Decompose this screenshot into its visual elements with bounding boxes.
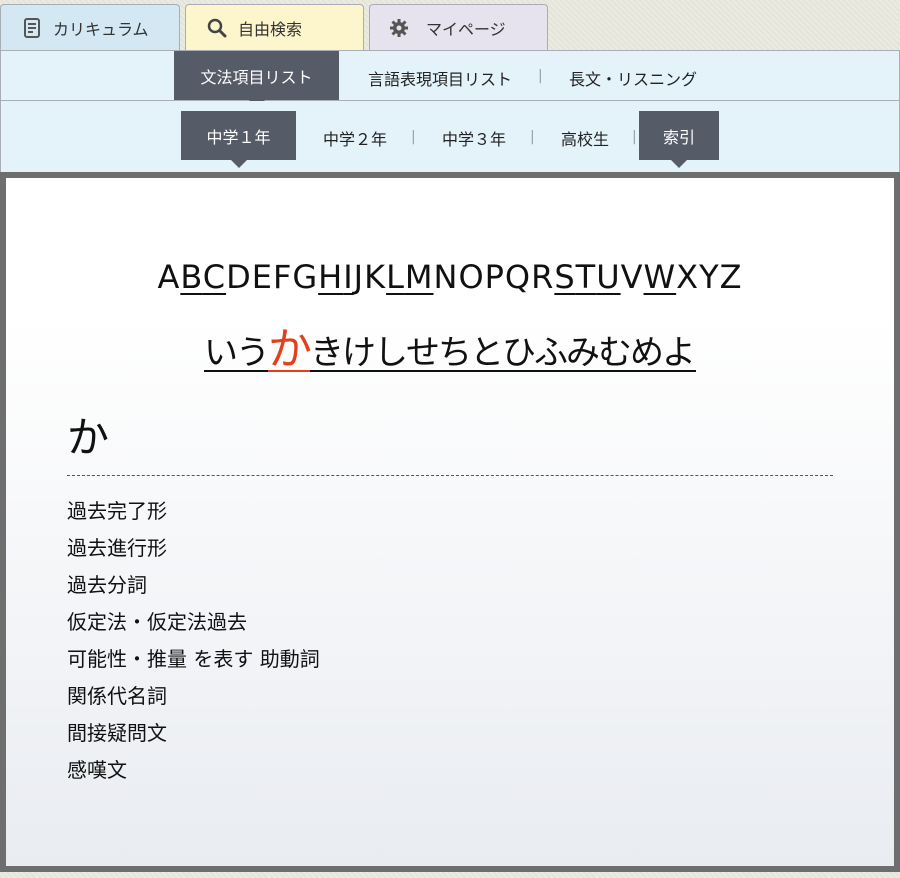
kana-link[interactable]: み bbox=[566, 325, 600, 374]
alphabet-index: ABCDEFGHIJKLMNOPQRSTUVWXYZ bbox=[6, 258, 894, 296]
alphabet-letter: P bbox=[484, 258, 505, 296]
kana-link[interactable]: う bbox=[236, 325, 270, 374]
kana-link[interactable]: ふ bbox=[534, 325, 568, 374]
kana-current: か bbox=[268, 324, 312, 375]
tab-curriculum[interactable]: カリキュラム bbox=[0, 4, 180, 50]
grammar-item-link[interactable]: 過去完了形 bbox=[67, 496, 320, 533]
search-icon bbox=[206, 17, 228, 39]
grammar-item-link[interactable]: 関係代名詞 bbox=[67, 681, 320, 718]
kana-link[interactable]: ひ bbox=[502, 325, 536, 374]
alphabet-letter: Z bbox=[719, 258, 743, 296]
alphabet-letter: Y bbox=[699, 258, 720, 296]
kana-link[interactable]: け bbox=[342, 325, 376, 374]
tab-free-search-label: 自由検索 bbox=[238, 19, 303, 39]
tab-free-search[interactable]: 自由検索 bbox=[185, 4, 364, 50]
alphabet-link[interactable]: C bbox=[203, 258, 226, 296]
nav-separator: | bbox=[530, 129, 535, 145]
alphabet-link[interactable]: W bbox=[644, 258, 677, 296]
alphabet-link[interactable]: T bbox=[576, 258, 597, 296]
alphabet-letter: O bbox=[458, 258, 485, 296]
kana-link[interactable]: し bbox=[374, 325, 408, 374]
nav-separator: | bbox=[538, 68, 543, 84]
document-icon bbox=[21, 17, 43, 39]
alphabet-letter: N bbox=[433, 258, 459, 296]
alphabet-letter: R bbox=[531, 258, 555, 296]
kana-link[interactable]: い bbox=[204, 325, 238, 374]
nav-separator: | bbox=[411, 129, 416, 145]
nav-long-listening[interactable]: 長文・リスニング bbox=[569, 66, 697, 90]
alphabet-link[interactable]: M bbox=[405, 258, 434, 296]
grammar-item-link[interactable]: 仮定法・仮定法過去 bbox=[67, 607, 320, 644]
top-tab-bar: カリキュラム 自由検索 マイページ bbox=[0, 4, 900, 50]
nav-grade-2[interactable]: 中学２年 bbox=[323, 126, 387, 150]
gear-icon bbox=[388, 17, 410, 39]
kana-link[interactable]: ち bbox=[438, 325, 472, 374]
section-heading: か bbox=[67, 410, 833, 476]
tab-curriculum-label: カリキュラム bbox=[53, 19, 149, 39]
kana-link[interactable]: め bbox=[630, 325, 664, 374]
grammar-item-link[interactable]: 過去分詞 bbox=[67, 570, 320, 607]
nav-separator: | bbox=[632, 129, 637, 145]
alphabet-letter: A bbox=[157, 258, 181, 296]
alphabet-letter: X bbox=[676, 258, 700, 296]
kana-index: いうかきけしせちとひふみむめよ bbox=[6, 313, 894, 377]
alphabet-link[interactable]: I bbox=[343, 258, 353, 296]
grammar-item-list: 過去完了形 過去進行形 過去分詞 仮定法・仮定法過去 可能性・推量 を表す 助動詞 関係代… bbox=[67, 496, 320, 792]
nav-grade-3[interactable]: 中学３年 bbox=[442, 126, 506, 150]
alphabet-letter: E bbox=[251, 258, 273, 296]
alphabet-letter: G bbox=[292, 258, 319, 296]
kana-link[interactable]: む bbox=[598, 325, 632, 374]
grammar-item-link[interactable]: 間接疑問文 bbox=[67, 718, 320, 755]
alphabet-letter: F bbox=[272, 258, 293, 296]
alphabet-link[interactable]: B bbox=[180, 258, 202, 296]
alphabet-letter: D bbox=[226, 258, 252, 296]
alphabet-link[interactable]: U bbox=[596, 258, 620, 296]
alphabet-link[interactable]: L bbox=[386, 258, 405, 296]
level-nav: 中学１年 中学２年 | 中学３年 | 高校生 | 索引 bbox=[0, 101, 900, 172]
grammar-item-link[interactable]: 感嘆文 bbox=[67, 755, 320, 792]
alphabet-letter: V bbox=[620, 258, 644, 296]
kana-link[interactable]: き bbox=[310, 325, 344, 374]
nav-grammar-list[interactable]: 文法項目リスト bbox=[174, 51, 339, 108]
alphabet-letter: K bbox=[364, 258, 387, 296]
grammar-item-link[interactable]: 過去進行形 bbox=[67, 533, 320, 570]
alphabet-letter: Q bbox=[504, 258, 532, 296]
index-panel: ABCDEFGHIJKLMNOPQRSTUVWXYZ いうかきけしせちとひふみむ… bbox=[0, 172, 900, 872]
category-nav: 文法項目リスト 言語表現項目リスト | 長文・リスニング bbox=[0, 50, 900, 108]
nav-grade-1[interactable]: 中学１年 bbox=[181, 111, 296, 168]
nav-expression-list[interactable]: 言語表現項目リスト bbox=[368, 66, 512, 90]
kana-link[interactable]: と bbox=[470, 325, 504, 374]
tab-mypage[interactable]: マイページ bbox=[369, 4, 548, 50]
nav-index[interactable]: 索引 bbox=[639, 111, 719, 168]
alphabet-letter: J bbox=[353, 258, 365, 296]
alphabet-link[interactable]: S bbox=[554, 258, 575, 296]
grammar-item-link[interactable]: 可能性・推量 を表す 助動詞 bbox=[67, 644, 320, 681]
nav-high-school[interactable]: 高校生 bbox=[561, 126, 609, 150]
alphabet-link[interactable]: H bbox=[318, 258, 343, 296]
kana-link[interactable]: よ bbox=[662, 325, 696, 374]
kana-link[interactable]: せ bbox=[406, 325, 440, 374]
tab-mypage-label: マイページ bbox=[426, 19, 506, 39]
